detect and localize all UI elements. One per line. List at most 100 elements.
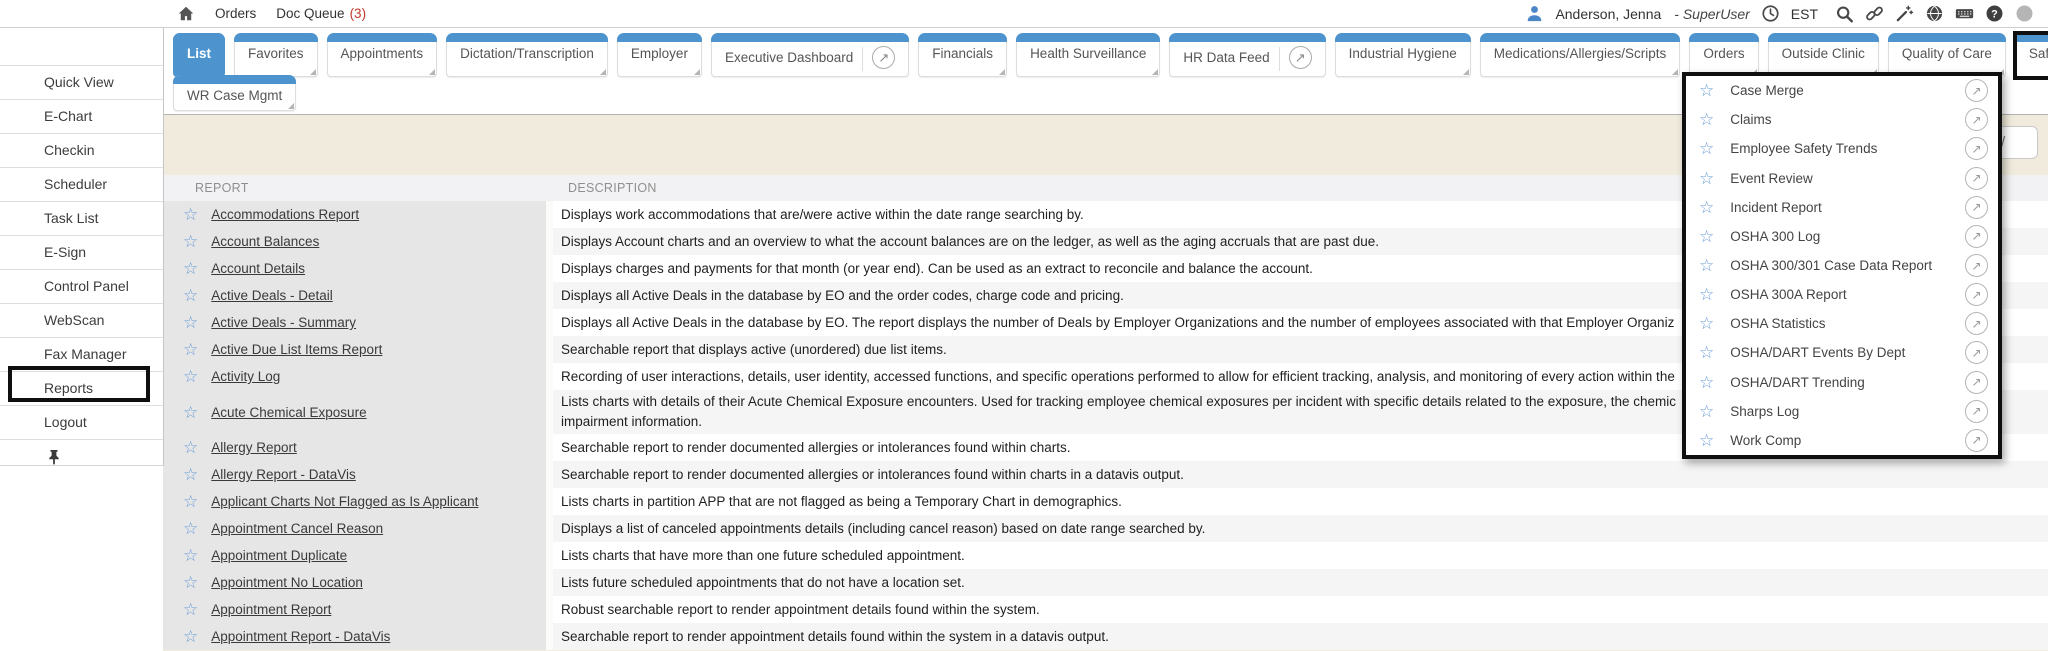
report-link[interactable]: Appointment Report - DataVis	[211, 629, 390, 644]
report-link[interactable]: Appointment Report	[211, 602, 331, 617]
report-link[interactable]: Active Deals - Summary	[211, 315, 356, 330]
sidebar-item-reports[interactable]: Reports	[0, 371, 163, 405]
favorite-star-icon[interactable]: ☆	[183, 547, 198, 564]
report-link[interactable]: Allergy Report	[211, 440, 297, 455]
keyboard-icon[interactable]	[1955, 4, 1974, 23]
external-link-icon[interactable]: ↗	[1965, 167, 1988, 190]
external-link-icon[interactable]: ↗	[1289, 46, 1312, 69]
external-link-icon[interactable]: ↗	[1965, 137, 1988, 160]
report-link[interactable]: Acute Chemical Exposure	[211, 405, 366, 420]
link-icon[interactable]	[1865, 4, 1884, 23]
report-link[interactable]: Accommodations Report	[211, 207, 359, 222]
search-icon[interactable]	[1835, 4, 1854, 23]
tab-industrial-hygiene[interactable]: Industrial Hygiene	[1335, 33, 1471, 77]
report-link[interactable]: Active Due List Items Report	[211, 342, 382, 357]
dropdown-item-claims[interactable]: ☆ Claims ↗	[1686, 105, 1998, 134]
external-link-icon[interactable]: ↗	[1965, 225, 1988, 248]
nav-doc-queue[interactable]: Doc Queue(3)	[276, 6, 366, 21]
favorite-star-icon[interactable]: ☆	[1699, 344, 1714, 361]
favorite-star-icon[interactable]: ☆	[1699, 315, 1714, 332]
sidebar-pin-item[interactable]	[0, 439, 163, 473]
tab-executive-dashboard[interactable]: Executive Dashboard ↗	[711, 33, 909, 77]
favorite-star-icon[interactable]: ☆	[1699, 374, 1714, 391]
favorite-star-icon[interactable]: ☆	[183, 404, 198, 421]
wand-icon[interactable]	[1895, 4, 1914, 23]
report-link[interactable]: Active Deals - Detail	[211, 288, 333, 303]
tab-dictation-transcription[interactable]: Dictation/Transcription	[446, 33, 608, 77]
dropdown-item-sharps-log[interactable]: ☆ Sharps Log ↗	[1686, 397, 1998, 426]
sidebar-item-control-panel[interactable]: Control Panel	[0, 269, 163, 303]
favorite-star-icon[interactable]: ☆	[183, 287, 198, 304]
sidebar-item-fax-manager[interactable]: Fax Manager	[0, 337, 163, 371]
dropdown-item-osha-300-301-case-data-report[interactable]: ☆ OSHA 300/301 Case Data Report ↗	[1686, 251, 1998, 280]
favorite-star-icon[interactable]: ☆	[183, 233, 198, 250]
sidebar-item-e-chart[interactable]: E-Chart	[0, 99, 163, 133]
tab-outside-clinic[interactable]: Outside Clinic	[1768, 33, 1879, 77]
dropdown-item-osha-dart-events-by-dept[interactable]: ☆ OSHA/DART Events By Dept ↗	[1686, 338, 1998, 367]
dropdown-item-incident-report[interactable]: ☆ Incident Report ↗	[1686, 193, 1998, 222]
dropdown-item-work-comp[interactable]: ☆ Work Comp ↗	[1686, 426, 1998, 455]
tab-orders[interactable]: Orders	[1689, 33, 1758, 77]
favorite-star-icon[interactable]: ☆	[183, 314, 198, 331]
dropdown-item-employee-safety-trends[interactable]: ☆ Employee Safety Trends ↗	[1686, 134, 1998, 163]
favorite-star-icon[interactable]: ☆	[1699, 432, 1714, 449]
tab-safety[interactable]: Safety ☝	[2015, 33, 2048, 77]
favorite-star-icon[interactable]: ☆	[183, 368, 198, 385]
favorite-star-icon[interactable]: ☆	[183, 601, 198, 618]
dropdown-item-osha-300-log[interactable]: ☆ OSHA 300 Log ↗	[1686, 222, 1998, 251]
clock-icon[interactable]	[1761, 4, 1780, 23]
external-link-icon[interactable]: ↗	[872, 46, 895, 69]
external-link-icon[interactable]: ↗	[1965, 341, 1988, 364]
dropdown-item-osha-300a-report[interactable]: ☆ OSHA 300A Report ↗	[1686, 280, 1998, 309]
tab-health-surveillance[interactable]: Health Surveillance	[1016, 33, 1160, 77]
report-link[interactable]: Allergy Report - DataVis	[211, 467, 356, 482]
favorite-star-icon[interactable]: ☆	[183, 260, 198, 277]
home-icon[interactable]	[176, 4, 195, 23]
favorite-star-icon[interactable]: ☆	[1699, 140, 1714, 157]
report-link[interactable]: Appointment No Location	[211, 575, 363, 590]
external-link-icon[interactable]: ↗	[1965, 79, 1988, 102]
dropdown-item-case-merge[interactable]: ☆ Case Merge ↗	[1686, 76, 1998, 105]
external-link-icon[interactable]: ↗	[1965, 196, 1988, 219]
external-link-icon[interactable]: ↗	[1965, 108, 1988, 131]
sidebar-item-webscan[interactable]: WebScan	[0, 303, 163, 337]
favorite-star-icon[interactable]: ☆	[1699, 199, 1714, 216]
sidebar-item-task-list[interactable]: Task List	[0, 201, 163, 235]
tab-medications-allergies-scripts[interactable]: Medications/Allergies/Scripts	[1480, 33, 1681, 77]
favorite-star-icon[interactable]: ☆	[183, 439, 198, 456]
sidebar-item-quick-view[interactable]: Quick View	[0, 65, 163, 99]
tab-hr-data-feed[interactable]: HR Data Feed ↗	[1169, 33, 1325, 77]
favorite-star-icon[interactable]: ☆	[183, 466, 198, 483]
external-link-icon[interactable]: ↗	[1965, 254, 1988, 277]
report-link[interactable]: Appointment Duplicate	[211, 548, 347, 563]
dropdown-item-event-review[interactable]: ☆ Event Review ↗	[1686, 163, 1998, 192]
external-link-icon[interactable]: ↗	[1965, 371, 1988, 394]
favorite-star-icon[interactable]: ☆	[183, 493, 198, 510]
avatar-circle[interactable]	[2015, 4, 2034, 23]
dropdown-item-osha-statistics[interactable]: ☆ OSHA Statistics ↗	[1686, 309, 1998, 338]
favorite-star-icon[interactable]: ☆	[1699, 228, 1714, 245]
external-link-icon[interactable]: ↗	[1965, 283, 1988, 306]
globe-icon[interactable]	[1925, 4, 1944, 23]
external-link-icon[interactable]: ↗	[1965, 429, 1988, 452]
nav-orders[interactable]: Orders	[215, 6, 256, 21]
favorite-star-icon[interactable]: ☆	[1699, 111, 1714, 128]
dropdown-item-osha-dart-trending[interactable]: ☆ OSHA/DART Trending ↗	[1686, 368, 1998, 397]
favorite-star-icon[interactable]: ☆	[183, 520, 198, 537]
tab-appointments[interactable]: Appointments	[327, 33, 438, 77]
sidebar-item-logout[interactable]: Logout	[0, 405, 163, 439]
sidebar-item-checkin[interactable]: Checkin	[0, 133, 163, 167]
sidebar-item-scheduler[interactable]: Scheduler	[0, 167, 163, 201]
report-link[interactable]: Applicant Charts Not Flagged as Is Appli…	[211, 494, 478, 509]
favorite-star-icon[interactable]: ☆	[1699, 170, 1714, 187]
tab-favorites[interactable]: Favorites	[234, 33, 318, 77]
favorite-star-icon[interactable]: ☆	[183, 628, 198, 645]
report-link[interactable]: Appointment Cancel Reason	[211, 521, 383, 536]
tab-financials[interactable]: Financials	[918, 33, 1007, 77]
user-name[interactable]: Anderson, Jenna	[1555, 6, 1661, 22]
favorite-star-icon[interactable]: ☆	[183, 206, 198, 223]
favorite-star-icon[interactable]: ☆	[1699, 82, 1714, 99]
tab-list[interactable]: List	[173, 33, 225, 77]
help-icon[interactable]: ?	[1985, 4, 2004, 23]
tab-employer[interactable]: Employer	[617, 33, 702, 77]
